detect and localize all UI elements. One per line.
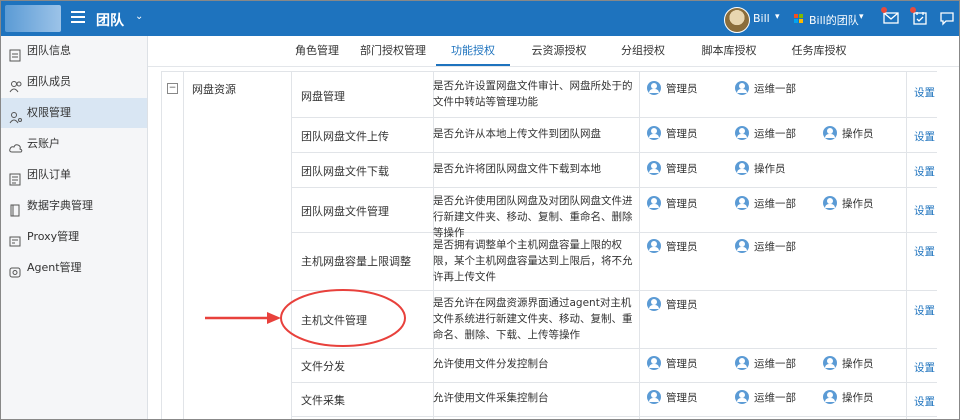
arrow-head-icon — [267, 312, 281, 324]
highlight-ellipse — [280, 289, 406, 347]
annotation-overlay — [205, 289, 406, 347]
app-window: 团队 ⌄ Bill ▾ Bill的团队 ▾ 团队信息 团队成员 权限管理 云账户… — [0, 0, 960, 420]
